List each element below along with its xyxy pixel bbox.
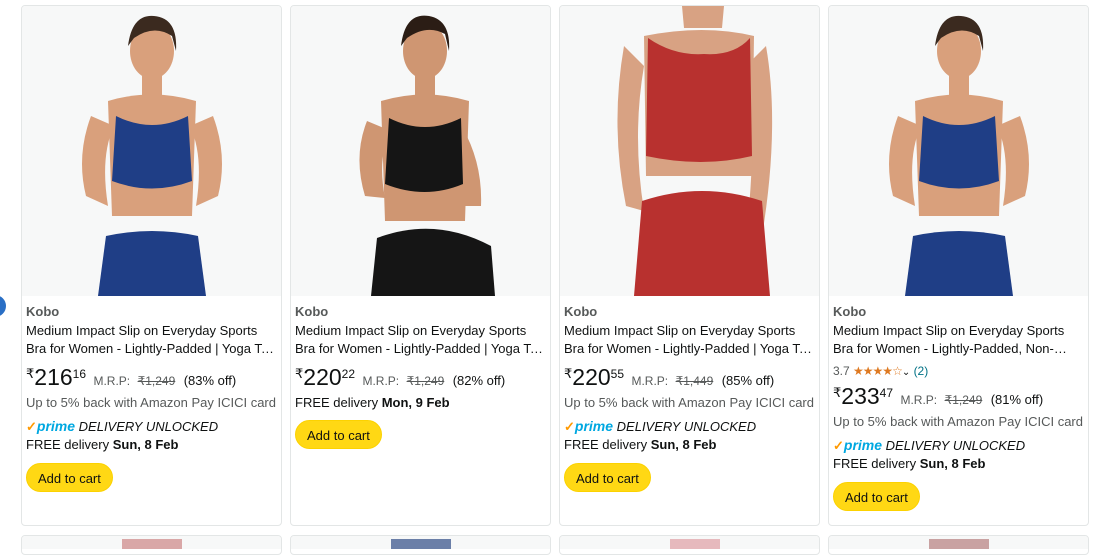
mrp-value: ₹1,249 [137,374,176,388]
delivery-date: Sun, 8 Feb [919,456,986,471]
product-card[interactable]: Kobo Medium Impact Slip on Everyday Spor… [559,5,820,526]
product-photo-illustration [305,6,537,296]
product-brand: Kobo [295,304,329,319]
discount-text: (82% off) [452,373,506,388]
product-card[interactable]: Kobo Medium Impact Slip on Everyday Spor… [21,5,282,526]
product-title-link[interactable]: Medium Impact Slip on Everyday Sports Br… [833,322,1084,358]
product-image-peek [22,536,281,549]
delivery-info: FREE delivery Mon, 9 Feb [295,394,546,411]
price-row: ₹21616 M.R.P: ₹1,249 (83% off) [26,364,277,390]
product-image[interactable] [560,6,819,296]
rating-row[interactable]: 3.7 ★★★★☆⌄ (2) [833,363,1084,379]
mrp-label: M.R.P: [631,374,669,388]
price-fraction: 55 [610,367,625,381]
price-fraction: 22 [341,367,356,381]
prime-delivery-text: DELIVERY UNLOCKED [616,419,757,434]
add-to-cart-button[interactable]: Add to cart [833,482,920,511]
product-photo-illustration [574,6,806,296]
product-photo-illustration [843,6,1075,296]
chevron-down-icon[interactable]: ⌄ [902,367,910,378]
price-fraction: 47 [879,386,894,400]
prime-delivery-text: DELIVERY UNLOCKED [885,438,1026,453]
star-rating-icon[interactable]: ★★★★☆ [853,364,903,378]
cashback-text: Up to 5% back with Amazon Pay ICICI card [26,395,276,410]
delivery-info: FREE delivery Sun, 8 Feb [833,455,1084,472]
product-card-next-row[interactable] [828,535,1089,555]
price-row: ₹23347 M.R.P: ₹1,249 (81% off) [833,383,1084,409]
delivery-prefix: FREE delivery [833,456,917,471]
delivery-date: Sun, 8 Feb [112,437,179,452]
discount-text: (83% off) [183,373,237,388]
product-image-peek [291,536,550,549]
product-card[interactable]: Kobo Medium Impact Slip on Everyday Spor… [290,5,551,526]
product-card[interactable]: Kobo Medium Impact Slip on Everyday Spor… [828,5,1089,526]
delivery-date: Mon, 9 Feb [381,395,450,410]
prime-badge: ✓prime DELIVERY UNLOCKED [26,418,277,435]
product-image[interactable] [291,6,550,296]
price-row: ₹22022 M.R.P: ₹1,249 (82% off) [295,364,546,390]
product-title-link[interactable]: Medium Impact Slip on Everyday Sports Br… [26,322,277,358]
product-card-next-row[interactable] [21,535,282,555]
product-photo-illustration [36,6,268,296]
delivery-prefix: FREE delivery [26,437,110,452]
product-brand: Kobo [833,304,867,319]
review-count-link[interactable]: (2) [914,364,929,378]
prime-logo: prime [36,418,76,434]
mrp-label: M.R.P: [93,374,131,388]
product-image-peek [829,536,1088,549]
rating-value: 3.7 [833,364,850,378]
price-whole: 220 [303,364,342,390]
product-image-peek [560,536,819,549]
prime-logo: prime [574,418,614,434]
price-fraction: 16 [72,367,87,381]
delivery-prefix: FREE delivery [295,395,379,410]
price-whole: 220 [572,364,611,390]
price-whole: 233 [841,383,880,409]
price-row: ₹22055 M.R.P: ₹1,449 (85% off) [564,364,815,390]
delivery-date: Sun, 8 Feb [650,437,717,452]
discount-text: (81% off) [990,392,1044,407]
mrp-label: M.R.P: [900,393,938,407]
delivery-info: FREE delivery Sun, 8 Feb [26,436,277,453]
delivery-info: FREE delivery Sun, 8 Feb [564,436,815,453]
product-card-next-row[interactable] [559,535,820,555]
product-title-link[interactable]: Medium Impact Slip on Everyday Sports Br… [295,322,546,358]
product-title-link[interactable]: Medium Impact Slip on Everyday Sports Br… [564,322,815,358]
product-brand: Kobo [26,304,60,319]
prime-badge: ✓prime DELIVERY UNLOCKED [833,437,1084,454]
prime-badge: ✓prime DELIVERY UNLOCKED [564,418,815,435]
product-image[interactable] [829,6,1088,296]
add-to-cart-button[interactable]: Add to cart [295,420,382,449]
add-to-cart-button[interactable]: Add to cart [564,463,651,492]
cashback-text: Up to 5% back with Amazon Pay ICICI card [833,414,1083,429]
carousel-edge-handle[interactable] [0,295,6,317]
mrp-label: M.R.P: [362,374,400,388]
product-card-next-row[interactable] [290,535,551,555]
prime-delivery-text: DELIVERY UNLOCKED [78,419,219,434]
mrp-value: ₹1,449 [675,374,714,388]
prime-check-icon: ✓ [564,419,575,434]
prime-check-icon: ✓ [26,419,37,434]
prime-logo: prime [843,437,883,453]
mrp-value: ₹1,249 [944,393,983,407]
mrp-value: ₹1,249 [406,374,445,388]
product-brand: Kobo [564,304,598,319]
product-image[interactable] [22,6,281,296]
delivery-prefix: FREE delivery [564,437,648,452]
cashback-text: Up to 5% back with Amazon Pay ICICI card [564,395,814,410]
prime-check-icon: ✓ [833,438,844,453]
discount-text: (85% off) [721,373,775,388]
add-to-cart-button[interactable]: Add to cart [26,463,113,492]
price-whole: 216 [34,364,73,390]
